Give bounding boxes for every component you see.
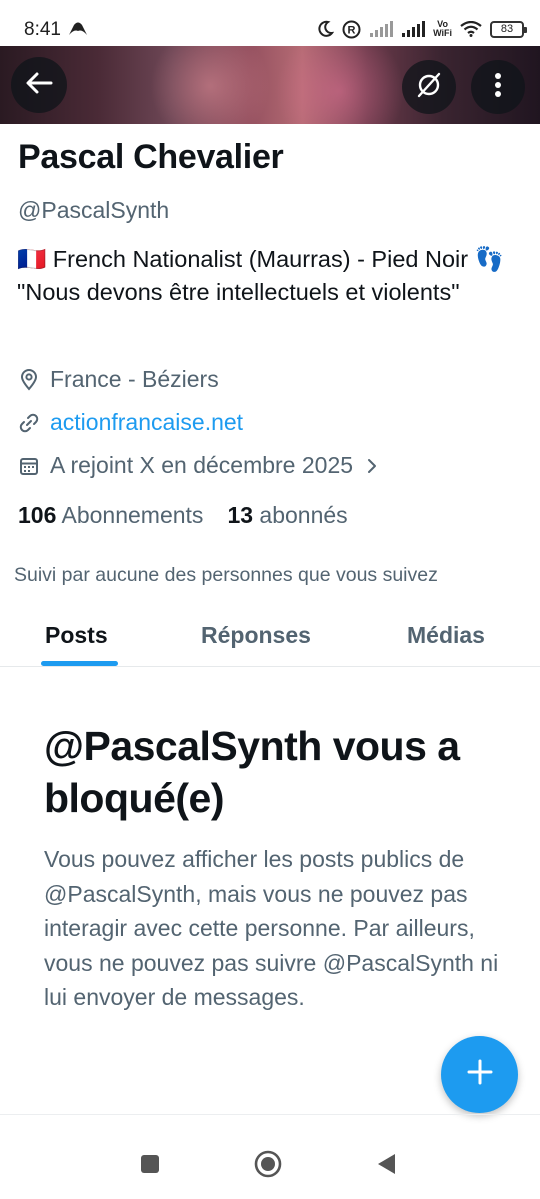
recent-apps-icon [140,1154,160,1179]
followed-by-text: Suivi par aucune des personnes que vous … [14,564,438,586]
moon-icon [316,20,335,38]
profile-name: Pascal Chevalier [18,138,284,176]
active-tab-indicator [41,661,118,666]
no-verification-icon [414,70,444,105]
website-link[interactable]: actionfrancaise.net [50,409,243,436]
blocked-description: Vous pouvez afficher les posts publics d… [44,846,499,1010]
status-bar: 8:41 R Vo WiFi 83 [0,0,540,46]
profile-location: France - Béziers [18,366,219,393]
compose-button[interactable] [441,1036,518,1113]
verification-button[interactable] [402,60,456,114]
follow-counts: 106 Abonnements 13 abonnés [18,502,348,529]
profile-banner[interactable] [0,46,540,124]
signal-icon [401,21,426,37]
home-icon [254,1150,282,1183]
calendar-icon [18,455,40,477]
status-time: 8:41 [24,19,61,40]
bottom-divider [0,1114,540,1115]
location-pin-icon [18,368,40,391]
followers-count-link[interactable]: 13 abonnés [227,502,347,529]
profile-handle: @PascalSynth [18,197,170,223]
following-count-link[interactable]: 106 Abonnements [18,502,203,529]
profile-website[interactable]: actionfrancaise.net [18,409,243,436]
system-navigation-bar [0,1130,540,1199]
recent-apps-button[interactable] [130,1148,170,1184]
following-label: Abonnements [61,502,204,528]
profile-bio: 🇫🇷 French Nationalist (Maurras) - Pied N… [17,246,504,305]
battery-icon: 83 [490,20,527,38]
back-arrow-icon [25,71,53,100]
location-text: France - Béziers [50,366,219,392]
profile-tabs: Posts Réponses Médias [0,606,540,667]
joined-text: A rejoint X en décembre 2025 [50,452,354,478]
registered-icon: R [342,20,361,39]
followers-label: abonnés [259,502,348,528]
more-options-button[interactable] [471,60,525,114]
followers-count: 13 [227,502,254,528]
link-icon [18,412,40,434]
following-count: 106 [18,502,57,528]
chevron-right-icon [367,458,377,474]
blocked-title: @PascalSynth vous a bloqué(e) [44,723,460,821]
tab-replies[interactable]: Réponses [201,622,311,649]
plus-icon [467,1059,493,1090]
system-back-button[interactable] [366,1148,406,1184]
back-triangle-icon [375,1152,397,1181]
wifi-icon [460,21,482,37]
profile-joined[interactable]: A rejoint X en décembre 2025 [18,452,377,479]
home-button[interactable] [248,1148,288,1184]
tab-media[interactable]: Médias [407,622,485,649]
back-button[interactable] [11,57,67,113]
svg-text:R: R [348,24,356,36]
vowifi-indicator: Vo WiFi [433,19,452,38]
signal-icon [369,21,394,37]
tab-posts[interactable]: Posts [45,622,108,649]
more-vertical-icon [494,72,502,103]
app-notification-icon [68,22,88,41]
